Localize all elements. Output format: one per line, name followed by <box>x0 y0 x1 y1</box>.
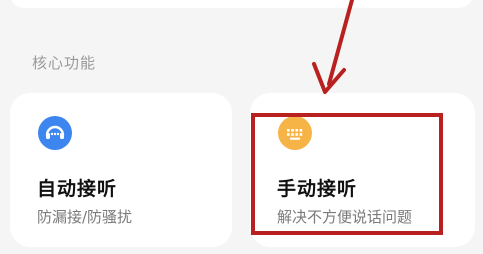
auto-answer-title: 自动接听 <box>37 178 118 200</box>
auto-answer-subtitle: 防漏接/防骚扰 <box>37 208 133 226</box>
auto-answer-card[interactable]: 自动接听 防漏接/防骚扰 <box>10 93 232 247</box>
headset-icon <box>38 116 72 150</box>
section-title: 核心功能 <box>32 54 97 72</box>
previous-card <box>10 0 473 8</box>
highlight-box <box>251 113 443 235</box>
